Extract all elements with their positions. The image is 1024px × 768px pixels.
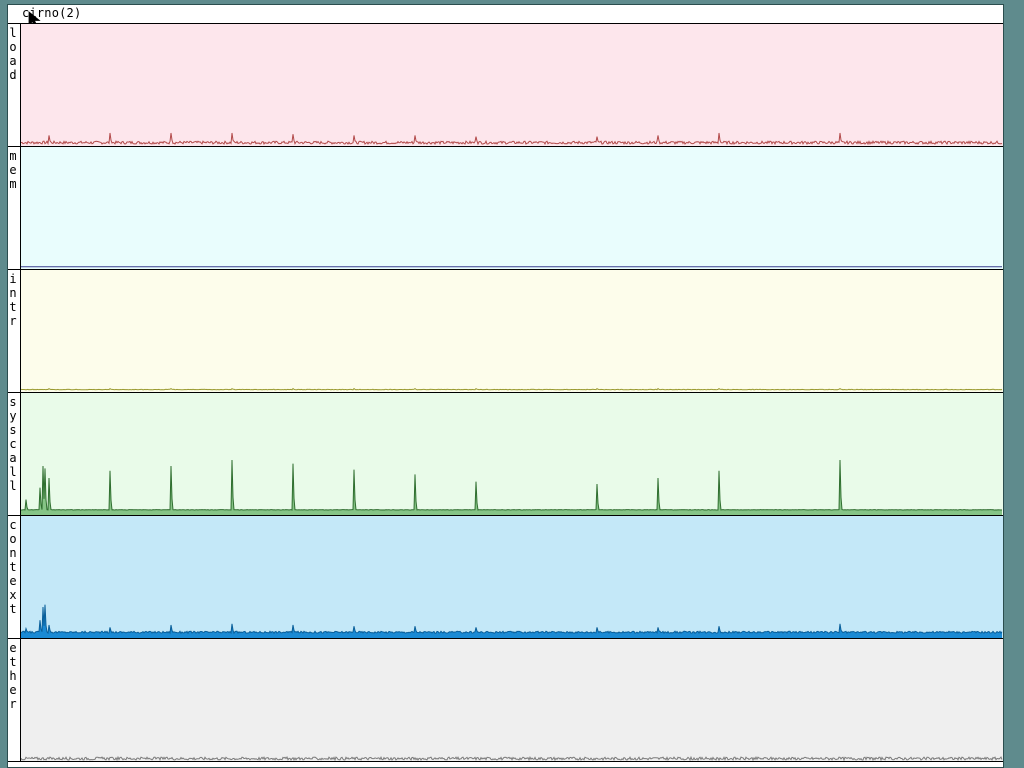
panel-mem[interactable]: mem (6, 147, 1003, 270)
panel-label-column: load (6, 24, 21, 146)
series-area-syscall (21, 460, 1002, 515)
plot-area-load (21, 24, 1003, 146)
graph-window[interactable]: cirno(2) load mem intr syscall context ether (6, 4, 1004, 768)
panel-label-syscall: syscall (6, 395, 20, 493)
series-line-intr (21, 387, 1003, 391)
series-line-syscall (21, 459, 1003, 511)
plot-svg-intr (21, 387, 1003, 391)
panel-context[interactable]: context (6, 516, 1003, 639)
plot-svg-load (21, 132, 1003, 146)
plot-area-mem (21, 147, 1003, 269)
panel-ether[interactable]: ether (6, 639, 1003, 762)
plot-area-ether (21, 639, 1003, 761)
plot-area-intr (21, 270, 1003, 392)
panel-label-intr: intr (6, 272, 20, 328)
plot-svg-syscall (21, 459, 1003, 515)
panel-label-column: intr (6, 270, 21, 392)
series-line-ether (21, 755, 1003, 761)
panel-syscall[interactable]: syscall (6, 393, 1003, 516)
panel-intr[interactable]: intr (6, 270, 1003, 393)
panel-label-column: syscall (6, 393, 21, 515)
panel-label-column: mem (6, 147, 21, 269)
panel-load[interactable]: load (6, 24, 1003, 147)
panel-label-context: context (6, 518, 20, 616)
panel-label-column: ether (6, 639, 21, 761)
series-line-context (21, 604, 1003, 635)
plot-area-context (21, 516, 1003, 638)
series-line-load (21, 132, 1003, 146)
plot-svg-mem (21, 266, 1002, 268)
panel-label-column: context (6, 516, 21, 638)
plot-svg-context (21, 604, 1003, 638)
title-bar[interactable]: cirno(2) (8, 5, 1003, 28)
panel-label-mem: mem (6, 149, 20, 191)
panel-label-load: load (6, 26, 20, 82)
plot-area-syscall (21, 393, 1003, 515)
plot-svg-ether (21, 755, 1003, 761)
panel-label-ether: ether (6, 641, 20, 711)
